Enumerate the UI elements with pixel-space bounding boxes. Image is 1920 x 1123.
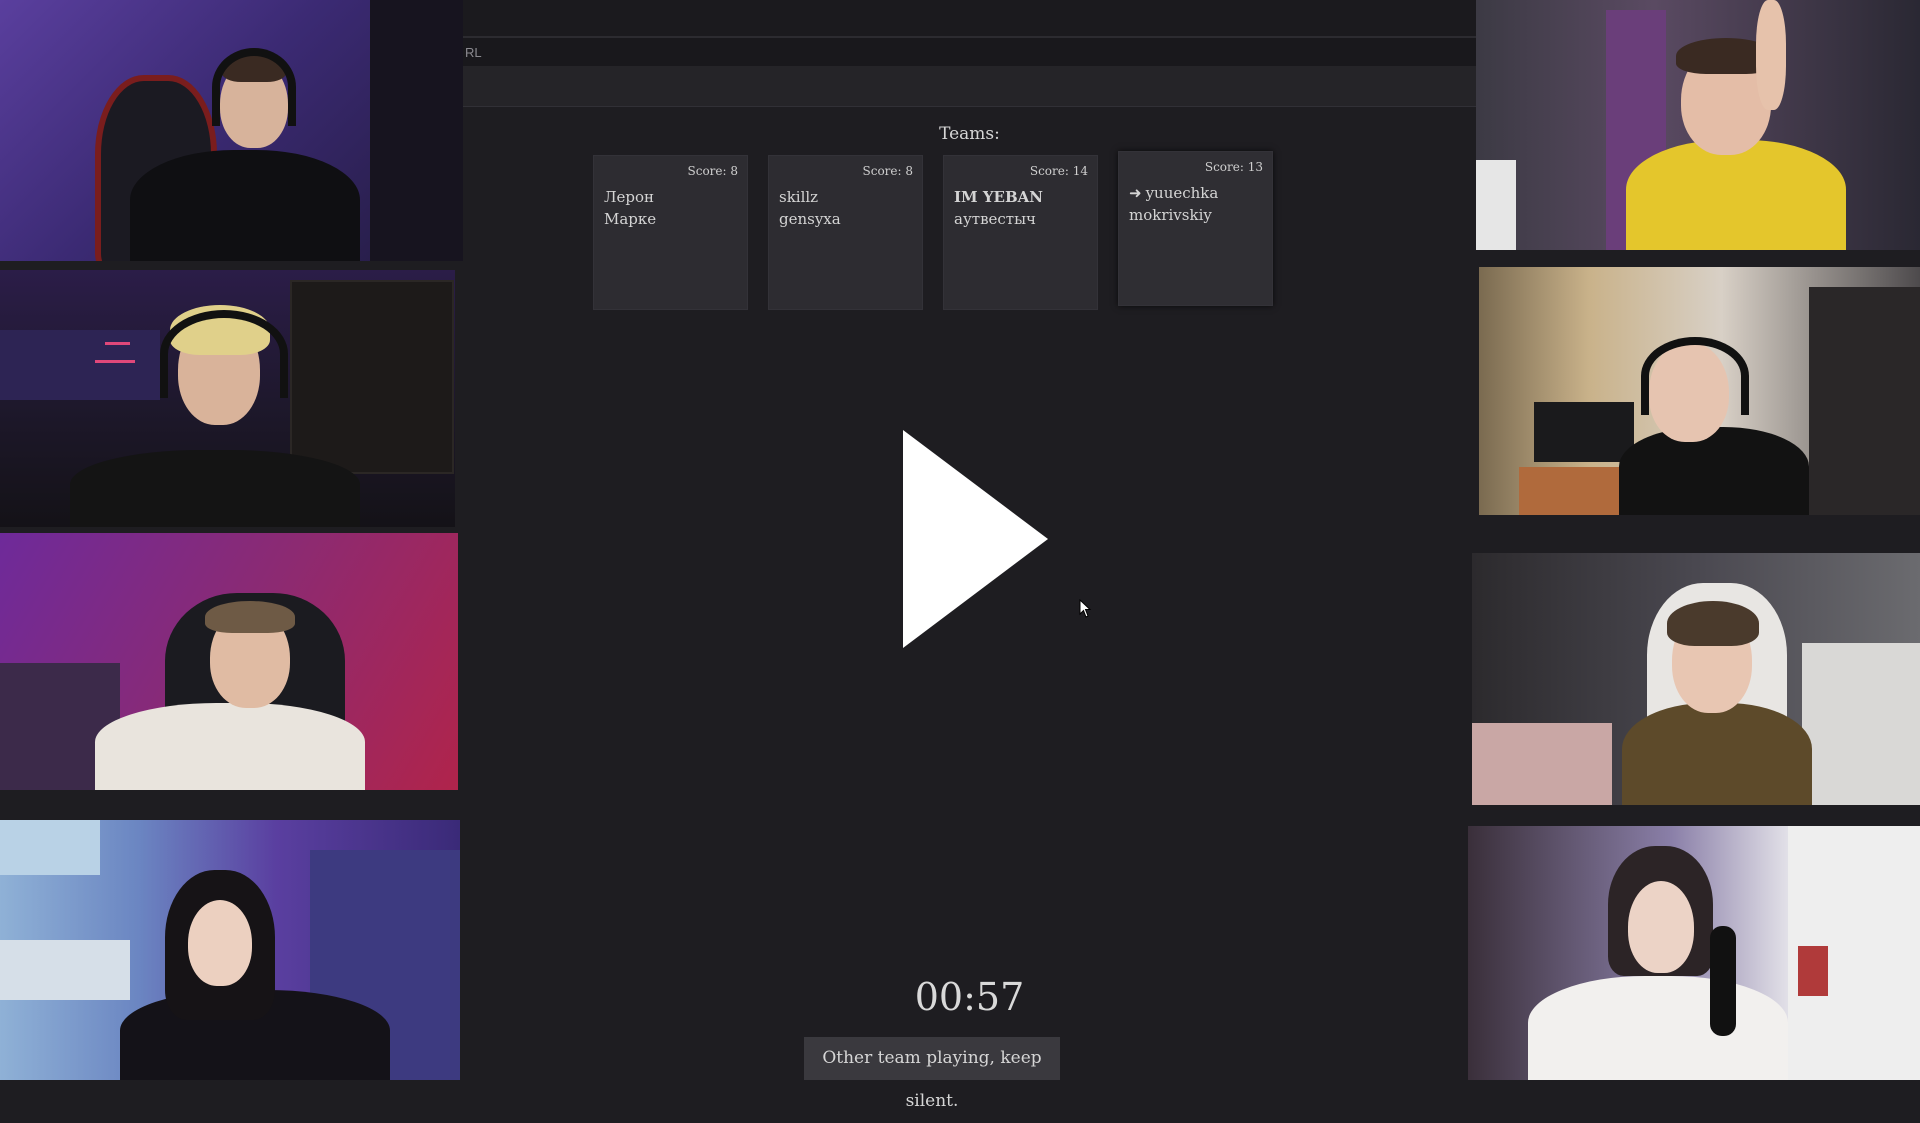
team-member: yuuechka — [1145, 184, 1219, 202]
webcam-streamer-5 — [1476, 0, 1920, 250]
mouse-cursor-icon — [1079, 599, 1092, 618]
team-member: gensyxa — [779, 210, 841, 228]
play-icon[interactable] — [903, 430, 1048, 648]
webcam-streamer-1 — [0, 0, 463, 261]
team-member: Марке — [604, 210, 657, 228]
team-score: Score: 8 — [687, 164, 739, 178]
team-card: Score: 14 IM YEBAN аутвестыч — [943, 155, 1098, 310]
team-card: Score: 8 Лерон Марке — [593, 155, 748, 310]
current-team-arrow-icon: ➜ — [1129, 184, 1142, 202]
teams-heading: Teams: — [939, 124, 1000, 144]
webcam-streamer-3 — [0, 533, 458, 790]
team-member: Лерон — [604, 188, 655, 206]
browser-top-bar — [463, 0, 1476, 38]
team-member: аутвестыч — [954, 210, 1036, 228]
url-text: RL — [465, 45, 482, 60]
webcam-streamer-7 — [1472, 553, 1920, 805]
webcam-streamer-4 — [0, 820, 460, 1080]
team-member: IM YEBAN — [954, 188, 1044, 206]
webcam-streamer-8 — [1468, 826, 1920, 1080]
app-toolbar — [463, 66, 1476, 107]
url-bar[interactable]: RL — [463, 38, 1476, 66]
team-score: Score: 8 — [862, 164, 914, 178]
team-score: Score: 13 — [1204, 160, 1263, 174]
team-member: mokrivskiy — [1129, 206, 1212, 224]
webcam-streamer-6 — [1479, 267, 1920, 515]
team-card-current: Score: 13 ➜ yuuechka mokrivskiy — [1118, 151, 1273, 306]
team-member: skillz — [779, 188, 819, 206]
team-card: Score: 8 skillz gensyxa — [768, 155, 923, 310]
webcam-streamer-2 — [0, 270, 455, 527]
round-timer: 00:57 — [914, 975, 1025, 1019]
team-score: Score: 14 — [1029, 164, 1088, 178]
status-message: Other team playing, keep silent. — [804, 1037, 1060, 1111]
